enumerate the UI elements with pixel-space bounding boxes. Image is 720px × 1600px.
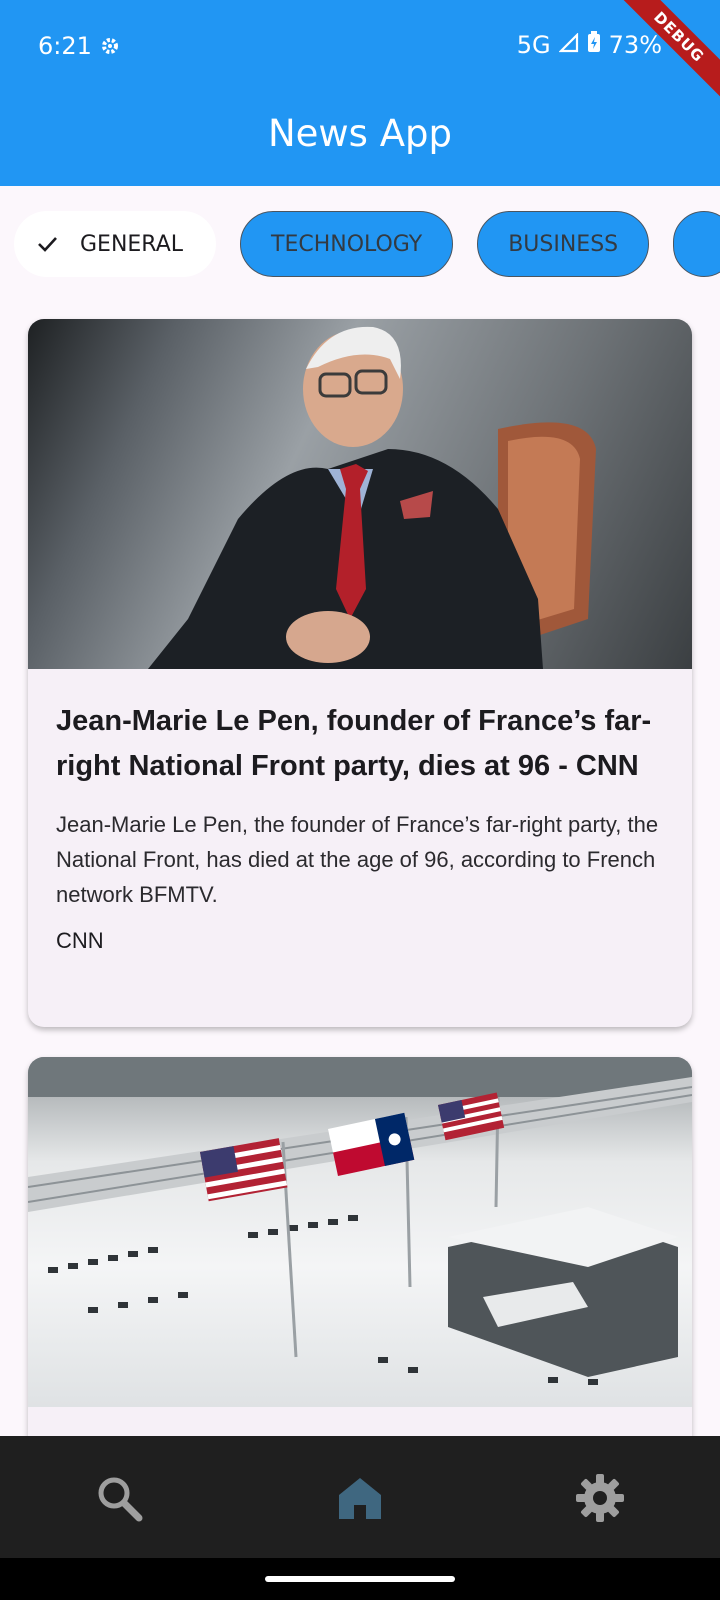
nav-search[interactable]	[89, 1470, 149, 1530]
nav-settings[interactable]	[570, 1470, 630, 1530]
status-bar: 6:21 5G 73%	[0, 0, 720, 90]
chip-label: TECHNOLOGY	[271, 231, 423, 257]
article-image	[28, 319, 692, 669]
system-gesture-area	[0, 1558, 720, 1600]
settings-status-icon	[98, 34, 122, 58]
battery-label: 73%	[608, 31, 662, 59]
page-title: News App	[267, 112, 453, 155]
chip-label: BUSINESS	[508, 231, 619, 257]
app-bar: 6:21 5G 73% DEBUG News App	[0, 0, 720, 186]
status-right: 5G 73%	[517, 31, 662, 59]
chip-technology[interactable]: TECHNOLOGY	[240, 211, 454, 277]
home-icon	[335, 1473, 385, 1528]
article-body: Jean-Marie Le Pen, founder of France’s f…	[28, 669, 692, 954]
article-image	[28, 1057, 692, 1407]
settings-icon	[573, 1471, 627, 1530]
battery-icon	[587, 31, 601, 59]
bottom-navigation	[0, 1436, 720, 1558]
home-gesture-bar[interactable]	[265, 1576, 455, 1582]
article-card[interactable]	[28, 1057, 692, 1457]
article-title: Jean-Marie Le Pen, founder of France’s f…	[56, 705, 652, 782]
category-chips: GENERAL TECHNOLOGY BUSINESS	[14, 211, 720, 279]
chip-business[interactable]: BUSINESS	[477, 211, 650, 277]
nav-home[interactable]	[330, 1470, 390, 1530]
signal-icon	[558, 31, 579, 59]
chip-general[interactable]: GENERAL	[14, 211, 216, 277]
article-description: Jean-Marie Le Pen, the founder of France…	[56, 812, 659, 907]
status-time: 6:21	[38, 32, 92, 60]
network-label: 5G	[516, 31, 551, 59]
chip-label: GENERAL	[80, 231, 184, 257]
article-source: CNN	[56, 928, 104, 953]
check-icon	[36, 233, 58, 255]
chip-more[interactable]	[673, 211, 720, 277]
search-icon	[93, 1472, 145, 1529]
article-card[interactable]: Jean-Marie Le Pen, founder of France’s f…	[28, 319, 692, 1027]
